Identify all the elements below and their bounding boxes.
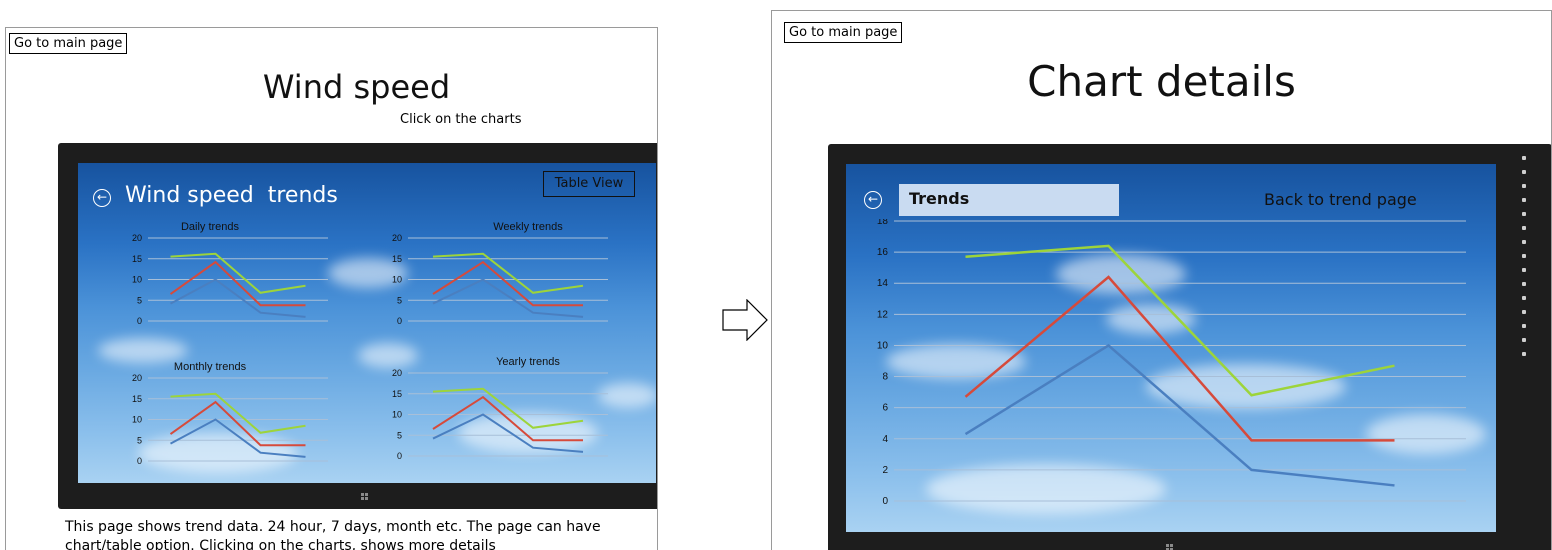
app-screen: ← Trends Back to trend page 0 2 4 6 8 10 12 14 1… bbox=[846, 164, 1496, 532]
app-screen: ← Wind speed trends Table View Daily tre… bbox=[78, 163, 656, 483]
blue-series-line bbox=[170, 418, 306, 458]
windows-logo-icon bbox=[1166, 544, 1174, 550]
y-tick-label: 15 bbox=[392, 254, 402, 264]
chart-title: Daily trends bbox=[181, 221, 240, 233]
y-tick-label: 10 bbox=[132, 415, 142, 425]
blue-series-line bbox=[170, 278, 306, 318]
weekly-trends-chart[interactable]: Weekly trends 0 5 10 15 20 bbox=[378, 218, 618, 333]
green-series-line bbox=[432, 252, 584, 294]
blue-series-line bbox=[964, 343, 1395, 487]
y-tick-label: 6 bbox=[882, 403, 888, 414]
right-arrow-icon bbox=[722, 299, 768, 341]
back-arrow-icon[interactable]: ← bbox=[93, 189, 111, 207]
y-tick-label: 20 bbox=[132, 373, 142, 383]
y-tick-label: 10 bbox=[132, 275, 142, 285]
back-to-trend-page-link[interactable]: Back to trend page bbox=[1264, 190, 1417, 209]
y-tick-label: 8 bbox=[882, 372, 888, 383]
chart-title: Weekly trends bbox=[493, 221, 563, 233]
y-tick-label: 14 bbox=[877, 278, 889, 289]
chart-details-page-mockup: Go to main page Chart details ← Trends B… bbox=[771, 10, 1552, 550]
y-tick-label: 0 bbox=[882, 496, 888, 507]
trends-label: Trends bbox=[899, 184, 1119, 216]
y-tick-label: 10 bbox=[392, 410, 402, 420]
y-tick-label: 20 bbox=[392, 368, 402, 378]
blue-series-line bbox=[432, 413, 584, 453]
red-series-line bbox=[432, 395, 583, 442]
y-tick-label: 5 bbox=[397, 430, 402, 440]
go-to-main-page-button[interactable]: Go to main page bbox=[9, 33, 128, 54]
red-series-line bbox=[432, 260, 583, 307]
green-series-line bbox=[170, 252, 306, 294]
page-subtitle: Click on the charts bbox=[400, 112, 522, 127]
y-tick-label: 12 bbox=[877, 309, 889, 320]
blue-series-line bbox=[432, 278, 584, 318]
windows-logo-icon bbox=[361, 493, 369, 501]
y-tick-label: 16 bbox=[877, 247, 889, 258]
green-series-line bbox=[965, 244, 1395, 397]
y-tick-label: 15 bbox=[132, 254, 142, 264]
page-title: Wind speed bbox=[262, 68, 451, 106]
back-arrow-icon[interactable]: ← bbox=[864, 191, 882, 209]
y-tick-label: 20 bbox=[392, 233, 402, 243]
yearly-trends-chart[interactable]: Yearly trends 0 5 10 15 20 bbox=[378, 353, 618, 468]
y-tick-label: 5 bbox=[397, 295, 402, 305]
y-tick-label: 0 bbox=[397, 451, 402, 461]
tablet-frame: ← Wind speed trends Table View Daily tre… bbox=[58, 143, 657, 509]
daily-trends-chart[interactable]: Daily trends 0 5 10 15 20 bbox=[118, 218, 358, 333]
y-tick-label: 4 bbox=[882, 434, 888, 445]
y-tick-label: 5 bbox=[137, 295, 142, 305]
monthly-trends-chart[interactable]: Monthly trends 0 5 10 15 20 bbox=[118, 358, 358, 473]
red-series-line bbox=[169, 400, 306, 447]
y-tick-label: 0 bbox=[397, 316, 402, 326]
go-to-main-page-button[interactable]: Go to main page bbox=[784, 22, 903, 43]
wind-speed-page-mockup: Go to main page Wind speed Click on the … bbox=[5, 27, 658, 550]
y-tick-label: 5 bbox=[137, 435, 142, 445]
y-tick-label: 10 bbox=[877, 340, 889, 351]
trends-detail-chart: 0 2 4 6 8 10 12 14 16 18 bbox=[877, 219, 1466, 507]
y-tick-label: 0 bbox=[137, 456, 142, 466]
y-tick-label: 20 bbox=[132, 233, 142, 243]
green-series-line bbox=[432, 387, 584, 429]
app-title: Wind speed trends bbox=[125, 183, 338, 208]
y-tick-label: 18 bbox=[877, 219, 889, 227]
y-tick-label: 15 bbox=[132, 394, 142, 404]
tablet-frame: ← Trends Back to trend page 0 2 4 6 8 10 12 14 1… bbox=[828, 144, 1551, 550]
chart-title: Monthly trends bbox=[174, 361, 247, 373]
y-tick-label: 15 bbox=[392, 389, 402, 399]
y-tick-label: 0 bbox=[137, 316, 142, 326]
chart-title: Yearly trends bbox=[496, 356, 560, 368]
page-description: This page shows trend data. 24 hour, 7 d… bbox=[65, 519, 601, 550]
red-series-line bbox=[964, 275, 1395, 442]
green-series-line bbox=[170, 392, 306, 434]
red-series-line bbox=[169, 260, 306, 307]
y-tick-label: 10 bbox=[392, 275, 402, 285]
table-view-button[interactable]: Table View bbox=[543, 171, 635, 197]
y-tick-label: 2 bbox=[882, 465, 888, 476]
page-title: Chart details bbox=[1027, 57, 1296, 106]
